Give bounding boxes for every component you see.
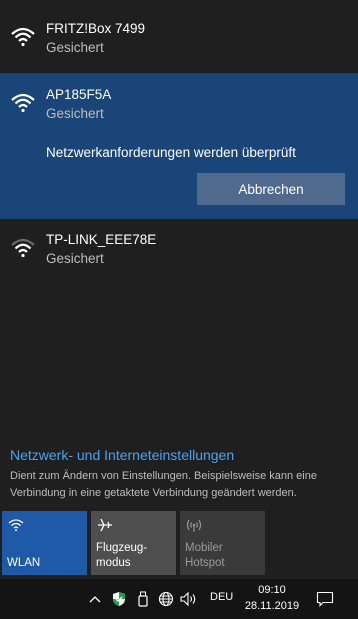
network-item-fritzbox[interactable]: FRITZ!Box 7499 Gesichert (0, 0, 358, 70)
action-center-icon[interactable] (316, 591, 334, 607)
cancel-button[interactable]: Abbrechen (197, 173, 345, 205)
hotspot-icon (186, 519, 202, 532)
network-status: Gesichert (46, 251, 104, 266)
airplane-icon (98, 518, 112, 532)
tile-label: Flugzeug- modus (96, 542, 148, 569)
input-language-indicator[interactable]: DEU (210, 591, 233, 603)
wlan-toggle[interactable]: WLAN (2, 511, 87, 575)
network-item-ap185f5a[interactable]: AP185F5A Gesichert Netzwerkanforderungen… (0, 73, 358, 219)
network-name: AP185F5A (46, 87, 112, 102)
tile-label: Mobiler Hotspot (185, 542, 225, 569)
network-status: Gesichert (46, 40, 104, 55)
windows-security-shield-icon[interactable] (111, 591, 127, 607)
speaker-volume-icon[interactable] (180, 591, 198, 607)
wifi-icon (8, 519, 24, 532)
taskbar: DEU 09:10 28.11.2019 (0, 579, 358, 619)
network-name: TP-LINK_EEE78E (46, 232, 157, 247)
wifi-full-icon (11, 93, 35, 113)
network-status: Gesichert (46, 106, 104, 121)
network-settings-description: Dient zum Ändern von Einstellungen. Beis… (10, 470, 317, 499)
clock[interactable]: 09:10 28.11.2019 (243, 582, 301, 614)
show-hidden-icons-chevron-icon[interactable] (88, 591, 102, 607)
checking-requirements-text: Netzwerkanforderungen werden überprüft (46, 145, 296, 160)
wifi-medium-icon (11, 238, 35, 258)
wifi-full-icon (11, 27, 35, 47)
network-flyout: FRITZ!Box 7499 Gesichert AP185F5A Gesich… (0, 0, 358, 579)
tile-label: WLAN (7, 557, 41, 569)
network-globe-icon[interactable] (158, 591, 174, 607)
clock-time: 09:10 (258, 584, 286, 596)
network-name: FRITZ!Box 7499 (46, 21, 146, 36)
airplane-mode-toggle[interactable]: Flugzeug- modus (91, 511, 176, 575)
network-settings-link[interactable]: Netzwerk- und Interneteinstellungen (10, 447, 234, 463)
usb-device-icon[interactable] (136, 591, 150, 607)
mobile-hotspot-toggle[interactable]: Mobiler Hotspot (180, 511, 265, 575)
network-item-tplink[interactable]: TP-LINK_EEE78E Gesichert (0, 228, 358, 288)
clock-date: 28.11.2019 (244, 600, 300, 612)
